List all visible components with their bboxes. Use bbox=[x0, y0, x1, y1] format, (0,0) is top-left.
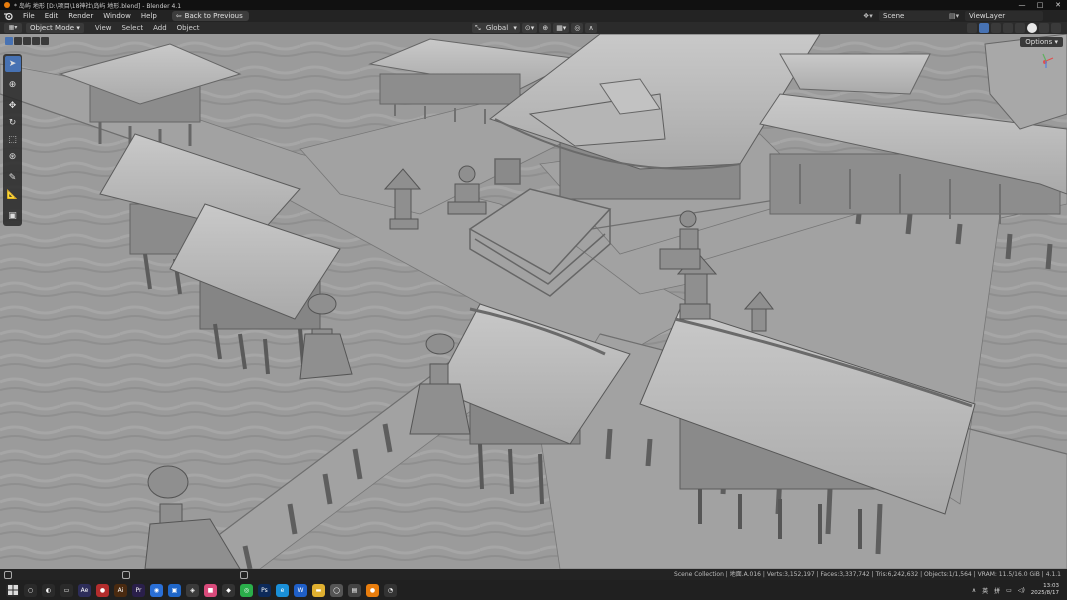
select-new-icon[interactable] bbox=[5, 37, 13, 45]
add-cube-tool-icon[interactable]: ▣ bbox=[5, 208, 21, 224]
blender-taskbar-icon[interactable]: ● bbox=[366, 583, 379, 597]
scene-icon[interactable]: ❖▾ bbox=[863, 11, 877, 21]
window-controls: — □ ✕ bbox=[1013, 0, 1067, 10]
falloff-icon[interactable]: ∧ bbox=[585, 23, 597, 33]
select-intersect-icon[interactable] bbox=[41, 37, 49, 45]
tray-chevron-icon[interactable]: ∧ bbox=[972, 587, 976, 594]
status-bar: Scene Collection | 地面.A.016 | Verts:3,15… bbox=[0, 569, 1067, 580]
photoshop-icon[interactable]: Ps bbox=[258, 583, 271, 597]
menu-object[interactable]: Object bbox=[172, 22, 205, 34]
navigation-gizmo-icon[interactable] bbox=[1035, 50, 1057, 72]
file-explorer-icon[interactable]: ▬ bbox=[312, 583, 325, 597]
maximize-button[interactable]: □ bbox=[1031, 0, 1049, 10]
mouse-right-icon bbox=[240, 570, 248, 579]
annotate-tool-icon[interactable]: ✎ bbox=[5, 170, 21, 186]
scene-statistics: Scene Collection | 地面.A.016 | Verts:3,15… bbox=[674, 571, 1061, 578]
tool-shelf: ➤ ⊕ ✥ ↻ ⬚ ⊛ ✎ 📐 ▣ bbox=[3, 54, 22, 226]
ime-mode[interactable]: 拼 bbox=[994, 586, 1000, 595]
scene-selector[interactable]: Scene bbox=[879, 11, 951, 21]
premiere-icon[interactable]: Pr bbox=[132, 583, 145, 597]
3d-viewport[interactable] bbox=[0, 34, 1067, 569]
menu-edit[interactable]: Edit bbox=[40, 10, 64, 22]
app-terminal-icon[interactable]: ▤ bbox=[348, 583, 361, 597]
mode-dropdown[interactable]: Object Mode ▾ bbox=[26, 23, 84, 33]
clock[interactable]: 13:03 2025/8/17 bbox=[1031, 583, 1059, 597]
menu-view[interactable]: View bbox=[90, 22, 117, 34]
app-pink-icon[interactable]: ■ bbox=[204, 583, 217, 597]
view-layer-selector[interactable]: ViewLayer bbox=[965, 11, 1043, 21]
top-menubar: File Edit Render Window Help ⇦ Back to P… bbox=[0, 10, 1067, 22]
menu-add[interactable]: Add bbox=[148, 22, 172, 34]
cursor-tool-icon[interactable]: ⊕ bbox=[5, 77, 21, 93]
proportional-edit-icon[interactable]: ◎ bbox=[571, 23, 584, 33]
menu-file[interactable]: File bbox=[18, 10, 40, 22]
view-layer-icon[interactable]: ▤▾ bbox=[949, 11, 963, 21]
task-view-icon[interactable]: ▭ bbox=[60, 583, 73, 597]
volume-icon[interactable]: ◁) bbox=[1018, 587, 1025, 594]
window-titlebar: * 岛屿 地形 [D:\项目\18神社\岛屿 地形.blend] - Blend… bbox=[0, 0, 1067, 10]
measure-tool-icon[interactable]: 📐 bbox=[5, 187, 21, 203]
ime-language[interactable]: 英 bbox=[982, 586, 988, 595]
chrome-icon[interactable]: ◉ bbox=[150, 583, 163, 597]
edge-icon[interactable]: e bbox=[276, 583, 289, 597]
blender-menu-icon[interactable] bbox=[3, 11, 13, 21]
app-gray-icon[interactable]: ◈ bbox=[186, 583, 199, 597]
editor-type-button[interactable]: ▦▾ bbox=[4, 23, 22, 33]
close-button[interactable]: ✕ bbox=[1049, 0, 1067, 10]
scale-tool-icon[interactable]: ⬚ bbox=[5, 132, 21, 148]
blender-logo-icon bbox=[4, 2, 10, 8]
xray-toggle-icon[interactable] bbox=[1003, 23, 1013, 33]
gizmo-toggle-icon[interactable] bbox=[979, 23, 989, 33]
menu-select[interactable]: Select bbox=[116, 22, 148, 34]
viewport-shading-tools bbox=[967, 23, 1061, 33]
menu-help[interactable]: Help bbox=[136, 10, 162, 22]
app-circle-icon[interactable]: ◯ bbox=[330, 583, 343, 597]
back-icon: ⇦ bbox=[175, 12, 182, 20]
system-tray: ∧ 英 拼 ▭ ◁) 13:03 2025/8/17 bbox=[972, 580, 1059, 600]
back-to-previous-button[interactable]: ⇦ Back to Previous bbox=[171, 11, 249, 21]
app-dark-icon[interactable]: ◆ bbox=[222, 583, 235, 597]
selection-mode-buttons bbox=[5, 37, 49, 45]
snap-icon[interactable]: ⊕ bbox=[539, 23, 552, 33]
pivot-point-icon[interactable]: ⊙▾ bbox=[521, 23, 538, 33]
windows-taskbar: ○ ◐ ▭ Ae ● Ai Pr ◉ ▣ ◈ ■ ◆ ◎ Ps e W ▬ ◯ … bbox=[0, 580, 1067, 600]
select-box-tool-icon[interactable]: ➤ bbox=[4, 56, 21, 72]
options-dropdown[interactable]: Options ▾ bbox=[1020, 37, 1063, 47]
scene-render bbox=[0, 34, 1067, 569]
visibility-icon[interactable] bbox=[967, 23, 977, 33]
mouse-left-icon bbox=[4, 570, 12, 579]
snap-target-icon[interactable]: ▦▾ bbox=[553, 23, 570, 33]
word-icon[interactable]: W bbox=[294, 583, 307, 597]
menu-window[interactable]: Window bbox=[98, 10, 136, 22]
app-blue-icon[interactable]: ▣ bbox=[168, 583, 181, 597]
rotate-tool-icon[interactable]: ↻ bbox=[5, 115, 21, 131]
material-shading-icon[interactable] bbox=[1039, 23, 1049, 33]
wireframe-shading-icon[interactable] bbox=[1015, 23, 1025, 33]
menu-render[interactable]: Render bbox=[63, 10, 98, 22]
select-extend-icon[interactable] bbox=[14, 37, 22, 45]
select-invert-icon[interactable] bbox=[32, 37, 40, 45]
overlay-toggle-icon[interactable] bbox=[991, 23, 1001, 33]
app-misc-icon[interactable]: ◔ bbox=[384, 583, 397, 597]
window-title: * 岛屿 地形 [D:\项目\18神社\岛屿 地形.blend] - Blend… bbox=[14, 2, 182, 10]
move-tool-icon[interactable]: ✥ bbox=[5, 98, 21, 114]
select-subtract-icon[interactable] bbox=[23, 37, 31, 45]
transform-tool-icon[interactable]: ⊛ bbox=[5, 149, 21, 165]
viewport-header: ▦▾ Object Mode ▾ View Select Add Object … bbox=[0, 22, 1067, 34]
illustrator-icon[interactable]: Ai bbox=[114, 583, 127, 597]
rendered-shading-icon[interactable] bbox=[1051, 23, 1061, 33]
start-icon[interactable] bbox=[6, 583, 19, 597]
network-icon[interactable]: ▭ bbox=[1006, 587, 1012, 594]
app-red-icon[interactable]: ● bbox=[96, 583, 109, 597]
wechat-icon[interactable]: ◎ bbox=[240, 583, 253, 597]
transform-tools: ⤡ Global ▾ ⊙▾ ⊕ ▦▾ ◎ ∧ bbox=[472, 23, 597, 33]
after-effects-icon[interactable]: Ae bbox=[78, 583, 91, 597]
search-icon[interactable]: ○ bbox=[24, 583, 37, 597]
widgets-icon[interactable]: ◐ bbox=[42, 583, 55, 597]
transform-orientation-dropdown[interactable]: ⤡ Global ▾ bbox=[472, 23, 520, 33]
solid-shading-icon[interactable] bbox=[1027, 23, 1037, 33]
mouse-middle-icon bbox=[122, 570, 130, 579]
minimize-button[interactable]: — bbox=[1013, 0, 1031, 10]
